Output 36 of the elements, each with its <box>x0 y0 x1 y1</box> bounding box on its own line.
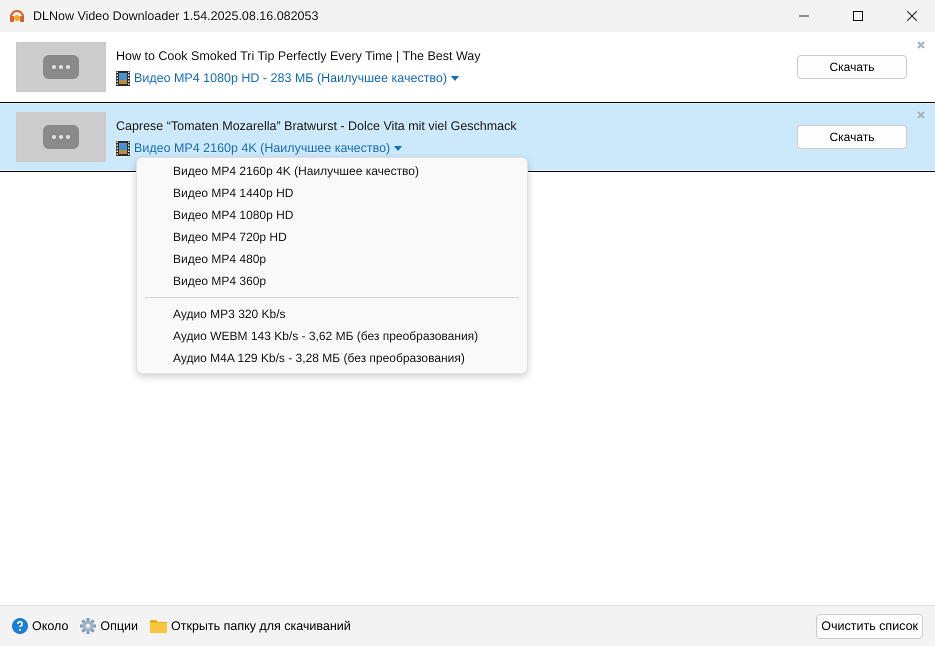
footer-link[interactable]: Около <box>12 618 68 634</box>
video-title: How to Cook Smoked Tri Tip Perfectly Every Time | The Best Way <box>116 48 482 62</box>
download-button[interactable]: Скачать <box>797 125 907 149</box>
maximize-icon <box>853 11 863 21</box>
video-placeholder-icon <box>16 112 106 162</box>
menu-item[interactable]: Аудио MP3 320 Kb/s <box>137 303 527 325</box>
format-dropdown[interactable]: Видео MP4 1080p HD - 283 МБ (Наилучшее качество) <box>116 70 460 86</box>
download-button[interactable]: Скачать <box>797 55 907 79</box>
menu-item[interactable]: Видео MP4 720p HD <box>137 226 527 248</box>
caret-icon <box>394 146 402 150</box>
help-icon <box>12 618 28 634</box>
menu-item[interactable]: Видео MP4 1440p HD <box>137 182 527 204</box>
film-icon <box>116 70 130 86</box>
menu-item[interactable]: Видео MP4 1080p HD <box>137 204 527 226</box>
video-placeholder-icon <box>16 42 106 92</box>
remove-button[interactable] <box>917 41 925 49</box>
footer-link[interactable]: Опции <box>80 618 138 634</box>
menu-item[interactable]: Аудио M4A 129 Kb/s - 3,28 МБ (без преобразования) <box>137 347 527 369</box>
film-icon <box>116 140 130 156</box>
footer-link[interactable]: Открыть папку для скачиваний <box>150 619 351 633</box>
clear-list-button[interactable]: Очистить список <box>816 614 923 638</box>
remove-button[interactable] <box>917 111 925 119</box>
video-title: Caprese “Tomaten Mozarella” Bratwurst - Dolce Vita mit viel Geschmack <box>116 118 518 132</box>
window-title: DLNow Video Downloader 1.54.2025.08.16.082053 <box>33 9 320 23</box>
caret-icon <box>451 76 460 80</box>
close-icon <box>907 11 917 21</box>
folder-icon <box>150 619 168 633</box>
format-dropdown[interactable]: Видео MP4 2160p 4K (Наилучшее качество) <box>116 140 402 156</box>
app-logo-icon <box>9 8 25 24</box>
menu-item[interactable]: Аудио WEBM 143 Kb/s - 3,62 МБ (без преобразования) <box>137 325 527 347</box>
close-icon <box>917 111 925 119</box>
menu-item[interactable]: Видео MP4 2160p 4K (Наилучшее качество) <box>137 160 527 182</box>
menu-item[interactable]: Видео MP4 360p <box>137 270 527 292</box>
settings-icon <box>80 618 96 634</box>
close-icon <box>917 41 925 49</box>
menu-item[interactable]: Видео MP4 480p <box>137 248 527 270</box>
